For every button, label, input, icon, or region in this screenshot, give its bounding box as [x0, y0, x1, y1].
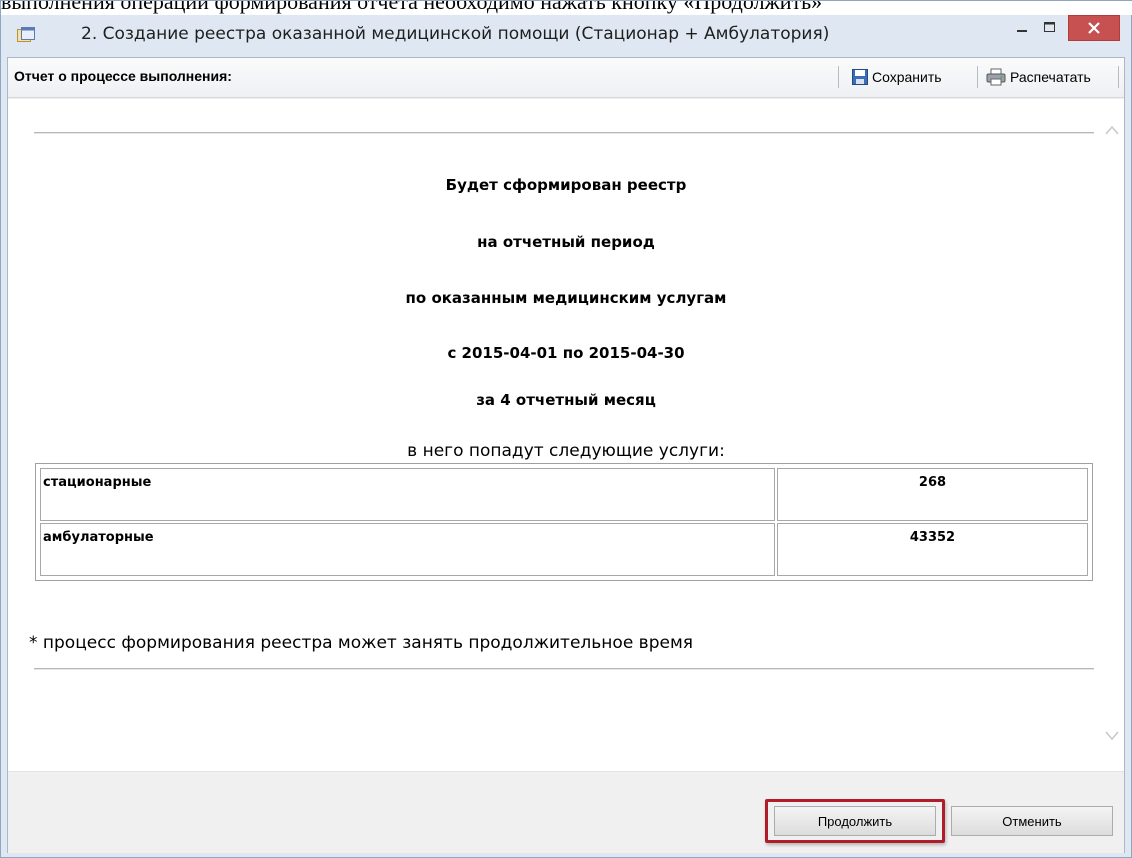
report-line-2: на отчетный период [477, 233, 655, 251]
service-name: стационарные [40, 468, 775, 521]
report-toolbar: Отчет о процессе выполнения: Сохранить Р… [8, 58, 1124, 98]
toolbar-separator [977, 66, 978, 88]
table-row: стационарные 268 [40, 468, 1088, 521]
report-line-1: Будет сформирован реестр [445, 176, 687, 194]
print-button[interactable]: Распечатать [982, 64, 1095, 90]
scroll-up-chevron-icon[interactable] [1105, 125, 1119, 135]
save-button-label: Сохранить [872, 69, 942, 85]
title-bar[interactable]: 2. Создание реестра оказанной медицинско… [1, 15, 1131, 55]
service-count: 268 [777, 468, 1088, 521]
floppy-disk-icon [852, 69, 868, 85]
app-window-icon [17, 27, 35, 42]
save-button[interactable]: Сохранить [848, 64, 946, 90]
dialog-client-area: Отчет о процессе выполнения: Сохранить Р… [7, 57, 1125, 853]
maximize-icon [1044, 22, 1055, 32]
background-document-text: выполнения операции формирования отчета … [1, 1, 1132, 15]
close-icon [1088, 22, 1100, 34]
background-document-line: выполнения операции формирования отчета … [1, 1, 823, 14]
divider [34, 668, 1094, 670]
toolbar-separator [838, 66, 839, 88]
duration-note: * процесс формирования реестра может зан… [29, 633, 693, 653]
divider [34, 132, 1094, 134]
printer-icon [986, 68, 1006, 86]
print-button-label: Распечатать [1010, 69, 1091, 85]
report-month: за 4 отчетный месяц [476, 391, 656, 409]
window-title: 2. Создание реестра оказанной медицинско… [81, 24, 830, 44]
report-view[interactable]: Будет сформирован реестр на отчетный пер… [8, 99, 1124, 771]
close-button[interactable] [1068, 15, 1120, 41]
dialog-window: выполнения операции формирования отчета … [0, 0, 1132, 858]
toolbar-separator [1118, 66, 1119, 88]
dialog-button-bar: Продолжить Отменить [8, 771, 1124, 853]
cancel-button[interactable]: Отменить [951, 806, 1113, 836]
services-intro: в него попадут следующие услуги: [407, 441, 725, 461]
table-row: амбулаторные 43352 [40, 523, 1088, 576]
continue-button[interactable]: Продолжить [774, 806, 936, 836]
report-period: с 2015-04-01 по 2015-04-30 [447, 344, 685, 362]
report-line-3: по оказанным медицинским услугам [405, 289, 727, 307]
service-name: амбулаторные [40, 523, 775, 576]
service-count: 43352 [777, 523, 1088, 576]
scroll-down-chevron-icon[interactable] [1105, 731, 1119, 741]
toolbar-title: Отчет о процессе выполнения: [14, 68, 232, 84]
services-table: стационарные 268 амбулаторные 43352 [35, 463, 1093, 581]
